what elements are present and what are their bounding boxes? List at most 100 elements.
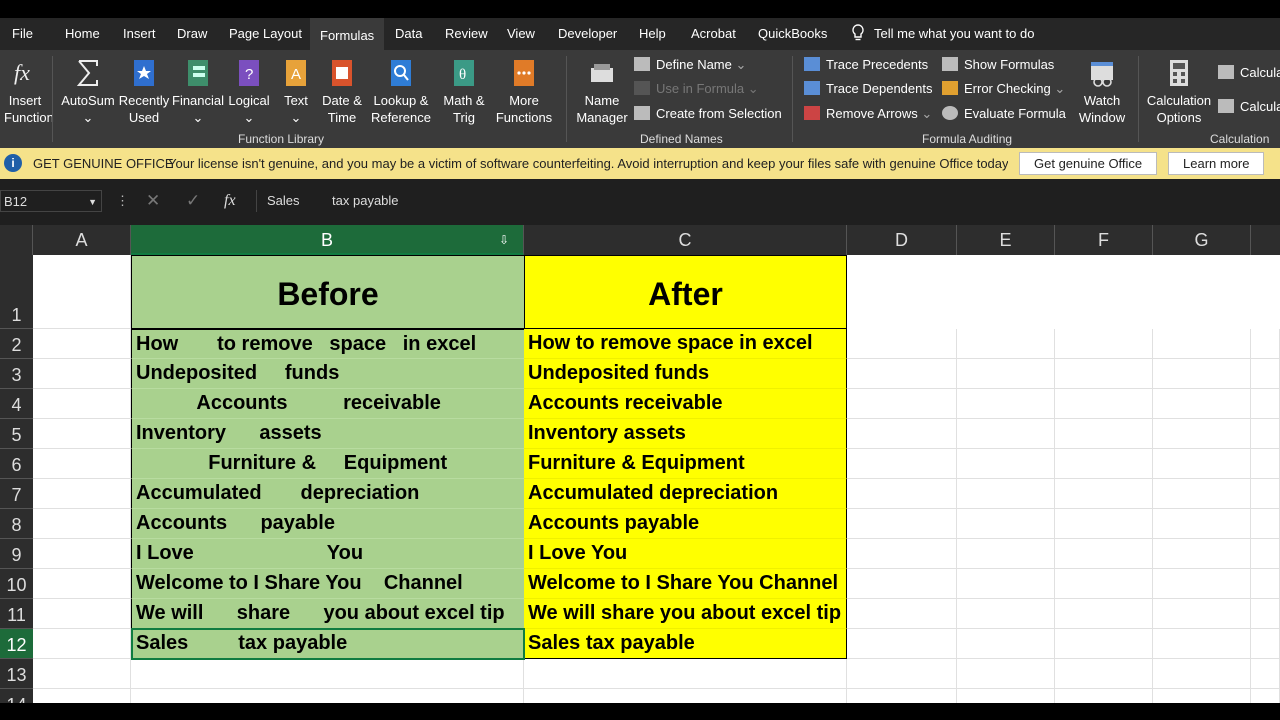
formula-content[interactable]: Sales tax payable	[256, 190, 1280, 212]
empty-cell[interactable]	[1153, 329, 1251, 359]
empty-cell[interactable]	[1153, 419, 1251, 449]
empty-cell[interactable]	[1251, 359, 1280, 389]
get-genuine-office-button[interactable]: Get genuine Office	[1019, 152, 1158, 175]
empty-cell[interactable]	[1055, 539, 1153, 569]
empty-cell[interactable]	[847, 449, 957, 479]
empty-cell[interactable]	[1153, 539, 1251, 569]
empty-cell[interactable]	[957, 659, 1055, 689]
empty-cell[interactable]	[957, 449, 1055, 479]
row-header-5[interactable]: 5	[0, 419, 33, 449]
cell-after-3[interactable]: Undeposited funds	[524, 359, 847, 389]
empty-cell[interactable]	[1055, 419, 1153, 449]
insert-function-button[interactable]: fx Insert Function	[4, 56, 54, 126]
cell-a1[interactable]	[33, 255, 131, 329]
empty-cell[interactable]	[847, 599, 957, 629]
financial-button[interactable]: Financial ⌄	[172, 56, 224, 126]
empty-cell[interactable]	[1251, 389, 1280, 419]
tab-developer[interactable]: Developer	[548, 18, 627, 50]
column-header-f[interactable]: F	[1055, 225, 1153, 255]
empty-cell[interactable]	[33, 539, 131, 569]
cell-before-9[interactable]: I Love You	[131, 539, 524, 569]
tell-me-box[interactable]: Tell me what you want to do	[840, 18, 1044, 50]
empty-cell[interactable]	[957, 689, 1055, 703]
empty-cell[interactable]	[957, 359, 1055, 389]
empty-cell[interactable]	[131, 689, 524, 703]
column-header-c[interactable]: C	[524, 225, 847, 255]
error-checking-button[interactable]: Error Checking ⌄	[942, 78, 1065, 100]
row-header-2[interactable]: 2	[0, 329, 33, 359]
empty-cell[interactable]	[33, 659, 131, 689]
empty-cell[interactable]	[33, 599, 131, 629]
empty-cell[interactable]	[1251, 599, 1280, 629]
empty-cell[interactable]	[1055, 329, 1153, 359]
empty-cell[interactable]	[33, 689, 131, 703]
column-header-e[interactable]: E	[957, 225, 1055, 255]
empty-cell[interactable]	[1251, 629, 1280, 659]
empty-cell[interactable]	[33, 359, 131, 389]
empty-cell[interactable]	[1251, 329, 1280, 359]
cell-before-8[interactable]: Accounts payable	[131, 509, 524, 539]
cell-before-7[interactable]: Accumulated depreciation	[131, 479, 524, 509]
empty-cell[interactable]	[524, 659, 847, 689]
empty-cell[interactable]	[1055, 509, 1153, 539]
show-formulas-button[interactable]: Show Formulas	[942, 54, 1054, 76]
row-header-1[interactable]: 1	[0, 255, 33, 329]
trace-dependents-button[interactable]: Trace Dependents	[804, 78, 932, 100]
enter-icon[interactable]: ✓	[186, 190, 200, 212]
empty-cell[interactable]	[1055, 569, 1153, 599]
empty-cell[interactable]	[1153, 359, 1251, 389]
lookup-reference-button[interactable]: Lookup & Reference	[368, 56, 434, 126]
empty-cell[interactable]	[1055, 629, 1153, 659]
cell-after-4[interactable]: Accounts receivable	[524, 389, 847, 419]
tab-page-layout[interactable]: Page Layout	[219, 18, 312, 50]
empty-cell[interactable]	[1153, 689, 1251, 703]
tab-formulas[interactable]: Formulas	[310, 18, 384, 50]
learn-more-button[interactable]: Learn more	[1168, 152, 1265, 175]
cell-after-10[interactable]: Welcome to I Share You Channel	[524, 569, 847, 599]
empty-cell[interactable]	[1251, 569, 1280, 599]
empty-cell[interactable]	[847, 419, 957, 449]
empty-cell[interactable]	[847, 539, 957, 569]
date-time-button[interactable]: Date & Time	[318, 56, 366, 126]
row-header-3[interactable]: 3	[0, 359, 33, 389]
cell-after-2[interactable]: How to remove space in excel	[524, 329, 847, 359]
empty-cell[interactable]	[131, 659, 524, 689]
row-header-10[interactable]: 10	[0, 569, 33, 599]
cancel-icon[interactable]: ✕	[146, 190, 160, 212]
empty-cell[interactable]	[957, 389, 1055, 419]
empty-cell[interactable]	[1251, 659, 1280, 689]
column-header-d[interactable]: D	[847, 225, 957, 255]
name-manager-button[interactable]: Name Manager	[574, 56, 630, 126]
cell-before-4[interactable]: Accounts receivable	[131, 389, 524, 419]
insert-function-fx-icon[interactable]: fx	[224, 190, 236, 212]
empty-cell[interactable]	[1153, 629, 1251, 659]
autosum-button[interactable]: AutoSum ⌄	[60, 56, 116, 126]
cell-after-8[interactable]: Accounts payable	[524, 509, 847, 539]
empty-cell[interactable]	[847, 329, 957, 359]
empty-cell[interactable]	[957, 629, 1055, 659]
cell-after-9[interactable]: I Love You	[524, 539, 847, 569]
calculate-sheet-button[interactable]: Calculat	[1218, 96, 1280, 118]
empty-cell[interactable]	[1251, 479, 1280, 509]
tab-data[interactable]: Data	[385, 18, 432, 50]
empty-cell[interactable]	[847, 659, 957, 689]
empty-cell[interactable]	[847, 359, 957, 389]
math-trig-button[interactable]: θ Math & Trig	[438, 56, 490, 126]
tab-help[interactable]: Help	[629, 18, 676, 50]
empty-cell[interactable]	[847, 479, 957, 509]
empty-cell[interactable]	[1153, 479, 1251, 509]
empty-cell[interactable]	[1153, 389, 1251, 419]
empty-cell[interactable]	[1055, 479, 1153, 509]
empty-cell[interactable]	[33, 389, 131, 419]
row-header-4[interactable]: 4	[0, 389, 33, 419]
empty-cell[interactable]	[33, 629, 131, 659]
empty-cell[interactable]	[957, 569, 1055, 599]
empty-cell[interactable]	[33, 329, 131, 359]
trace-precedents-button[interactable]: Trace Precedents	[804, 54, 928, 76]
empty-cell[interactable]	[847, 689, 957, 703]
empty-cell[interactable]	[1153, 599, 1251, 629]
cell-before-6[interactable]: Furniture & Equipment	[131, 449, 524, 479]
recently-used-button[interactable]: Recently Used	[118, 56, 170, 126]
empty-cell[interactable]	[1153, 509, 1251, 539]
logical-button[interactable]: ? Logical ⌄	[226, 56, 272, 126]
